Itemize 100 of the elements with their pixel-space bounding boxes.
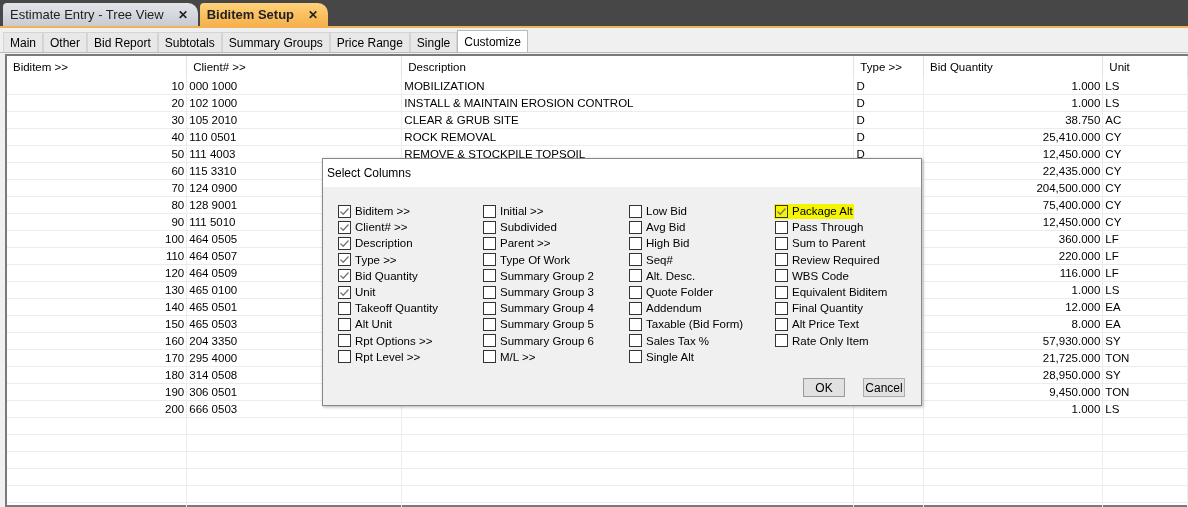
quantity-cell: 28,950.000 <box>1042 369 1101 381</box>
client-number-cell: 102 1000 <box>189 97 238 109</box>
biditem-cell: 30 <box>171 114 185 126</box>
column-header[interactable]: Biditem >> <box>7 56 188 78</box>
column-header[interactable]: Unit <box>1103 56 1188 78</box>
document-tab[interactable]: Estimate Entry - Tree View ✕ <box>3 3 198 26</box>
checkbox-label: Final Quantity <box>792 302 863 315</box>
dialog-title: Select Columns <box>323 159 921 187</box>
checkbox[interactable] <box>629 220 642 234</box>
checkbox-label: Summary Group 3 <box>500 286 594 299</box>
checkbox[interactable] <box>338 236 351 250</box>
checkbox[interactable] <box>629 236 642 250</box>
checkbox[interactable] <box>338 317 351 331</box>
checkbox[interactable] <box>775 285 788 299</box>
quantity-cell: 8.000 <box>1071 318 1101 330</box>
client-number-cell: 464 0507 <box>189 250 238 262</box>
checkbox[interactable] <box>629 334 642 348</box>
checkbox-label: Takeoff Quantity <box>355 302 438 315</box>
checkbox[interactable] <box>483 269 496 283</box>
checkbox[interactable] <box>338 204 351 218</box>
client-number-cell: 306 0501 <box>189 386 238 398</box>
quantity-cell: 57,930.000 <box>1042 335 1101 347</box>
biditem-cell: 40 <box>171 131 185 143</box>
checkbox[interactable] <box>338 285 351 299</box>
close-icon[interactable]: ✕ <box>308 7 319 22</box>
quantity-cell: 220.000 <box>1058 250 1101 262</box>
column-header[interactable]: Description <box>402 56 855 78</box>
checkbox[interactable] <box>775 269 788 283</box>
column-header[interactable]: Bid Quantity <box>924 56 1104 78</box>
checkbox[interactable] <box>483 220 496 234</box>
checkbox[interactable] <box>483 285 496 299</box>
document-tab[interactable]: Biditem Setup ✕ <box>199 3 329 26</box>
tab[interactable]: Single <box>409 32 458 52</box>
checkbox[interactable] <box>775 301 788 315</box>
checkbox[interactable] <box>338 334 351 348</box>
tab[interactable]: Price Range <box>329 32 410 52</box>
client-number-cell: 204 3350 <box>189 335 238 347</box>
checkbox-label: Summary Group 2 <box>500 269 594 282</box>
checkbox[interactable] <box>629 285 642 299</box>
checkbox[interactable] <box>775 253 788 267</box>
checkbox[interactable] <box>338 253 351 267</box>
tab[interactable]: Bid Report <box>87 32 158 52</box>
quantity-cell: 38.750 <box>1065 114 1101 126</box>
column-header[interactable]: Client# >> <box>187 56 403 78</box>
checkbox[interactable] <box>483 236 496 250</box>
checkbox[interactable] <box>483 301 496 315</box>
client-number-cell: 464 0509 <box>189 267 238 279</box>
client-number-cell: 465 0501 <box>189 301 238 313</box>
checkbox[interactable] <box>338 350 351 364</box>
checkbox[interactable] <box>775 236 788 250</box>
checkbox[interactable] <box>629 301 642 315</box>
checkbox[interactable] <box>775 220 788 234</box>
client-number-cell: 128 9001 <box>189 199 238 211</box>
checkbox-label: High Bid <box>646 237 690 250</box>
description-cell: MOBILIZATION <box>404 80 485 92</box>
tab[interactable]: Subtotals <box>157 32 222 52</box>
unit-cell: CY <box>1105 131 1122 143</box>
checkbox[interactable] <box>483 204 496 218</box>
checkbox[interactable] <box>775 204 788 218</box>
type-cell: D <box>856 148 865 160</box>
column-header[interactable]: Type >> <box>854 56 925 78</box>
checkbox-label: Low Bid <box>646 205 687 218</box>
checkbox-label: Pass Through <box>792 221 864 234</box>
unit-cell: CY <box>1105 182 1122 194</box>
tab[interactable]: Summary Groups <box>221 32 330 52</box>
checkbox-label: Biditem >> <box>355 205 410 218</box>
tab[interactable]: Main <box>3 32 43 52</box>
checkbox[interactable] <box>483 317 496 331</box>
quantity-cell: 12,450.000 <box>1042 148 1101 160</box>
description-cell: CLEAR & GRUB SITE <box>404 114 519 126</box>
checkbox[interactable] <box>775 334 788 348</box>
checkbox-label: WBS Code <box>792 269 849 282</box>
checkbox[interactable] <box>775 317 788 331</box>
checkbox[interactable] <box>629 204 642 218</box>
checkbox-label: Rpt Options >> <box>355 334 433 347</box>
checkbox[interactable] <box>629 350 642 364</box>
checkbox[interactable] <box>338 220 351 234</box>
checkbox[interactable] <box>629 317 642 331</box>
checkbox[interactable] <box>338 269 351 283</box>
checkbox[interactable] <box>483 253 496 267</box>
checkbox-label: Type Of Work <box>500 253 571 266</box>
checkbox[interactable] <box>483 350 496 364</box>
unit-cell: SY <box>1105 369 1121 381</box>
checkbox-label: Single Alt <box>646 350 694 363</box>
checkbox[interactable] <box>483 334 496 348</box>
checkbox[interactable] <box>629 269 642 283</box>
checkbox[interactable] <box>338 301 351 315</box>
ok-button[interactable]: OK <box>803 378 845 397</box>
client-number-cell: 666 0503 <box>189 403 238 415</box>
quantity-cell: 21,725.000 <box>1042 352 1101 364</box>
cancel-button[interactable]: Cancel <box>863 378 905 397</box>
tab[interactable]: Other <box>43 32 88 52</box>
checkbox-label: Initial >> <box>500 205 544 218</box>
quantity-cell: 360.000 <box>1058 233 1101 245</box>
close-icon[interactable]: ✕ <box>177 7 188 22</box>
tab[interactable]: Customize <box>457 30 528 52</box>
checkbox-label: Type >> <box>355 253 397 266</box>
checkbox[interactable] <box>629 253 642 267</box>
unit-cell: EA <box>1105 318 1121 330</box>
quantity-cell: 75,400.000 <box>1042 199 1101 211</box>
